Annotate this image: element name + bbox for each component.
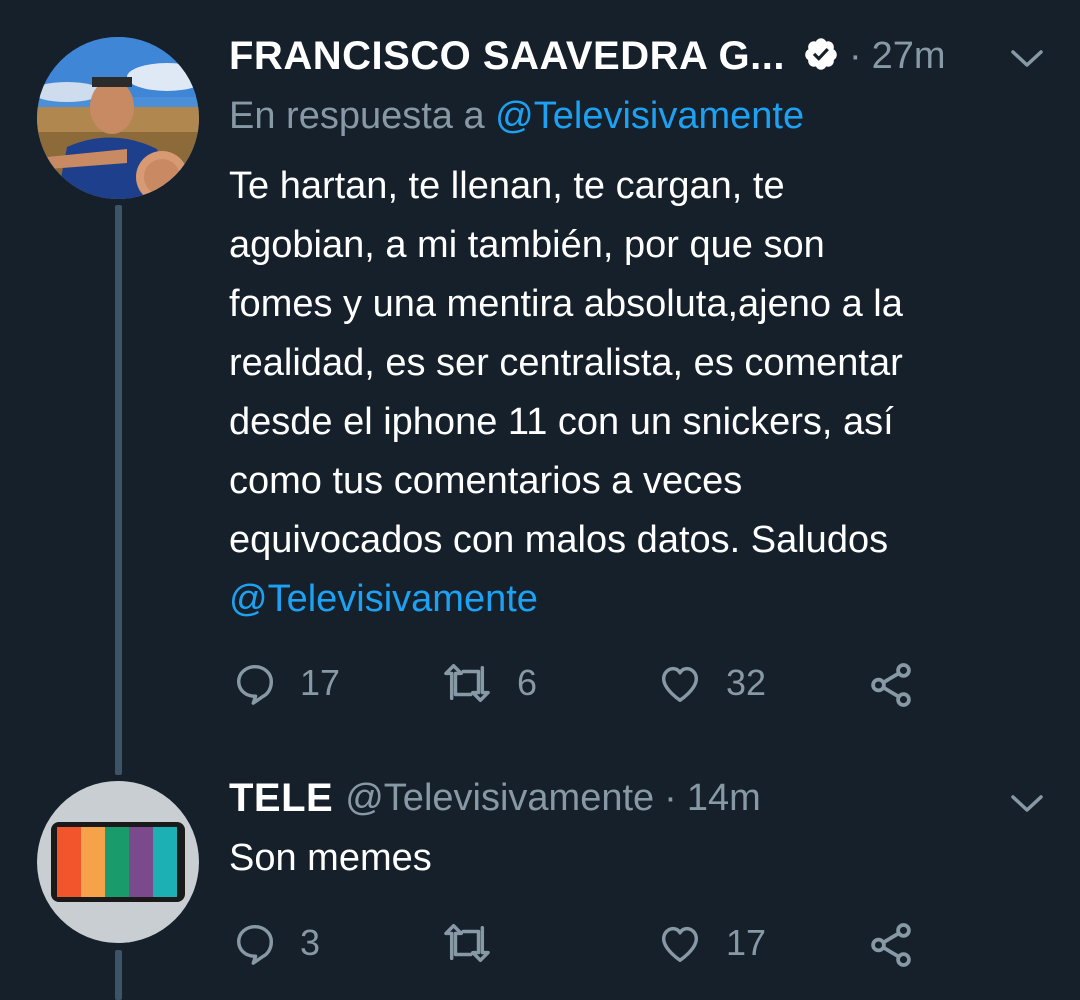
avatar[interactable] — [37, 37, 199, 199]
tweet-text: Son memes — [229, 829, 1049, 888]
tweet-header: TELE @Televisivamente · 14m — [229, 776, 761, 821]
retweet-button[interactable] — [439, 920, 517, 966]
retweet-icon — [439, 660, 495, 706]
like-count: 17 — [726, 922, 767, 963]
retweet-count: 6 — [517, 662, 538, 703]
like-count: 32 — [726, 662, 767, 703]
verified-icon — [785, 36, 839, 77]
tv-logo — [51, 822, 185, 902]
share-icon — [866, 920, 916, 970]
reply-icon — [232, 920, 278, 966]
like-icon — [656, 920, 704, 966]
tweet-actions: 17 6 32 — [232, 660, 932, 710]
reply-button[interactable]: 17 — [232, 660, 340, 706]
avatar[interactable] — [37, 781, 199, 943]
thread-line — [115, 205, 122, 775]
share-icon — [866, 660, 916, 710]
share-button[interactable] — [866, 660, 916, 710]
mention-link[interactable]: @Televisivamente — [229, 578, 538, 620]
retweet-button[interactable]: 6 — [439, 660, 537, 706]
share-button[interactable] — [866, 920, 916, 970]
avatar-photo — [37, 37, 199, 199]
reply-icon — [232, 660, 278, 706]
like-button[interactable]: 32 — [656, 660, 766, 706]
retweet-icon — [439, 920, 495, 966]
like-icon — [656, 660, 704, 706]
reply-handle-link[interactable]: @Televisivamente — [495, 95, 804, 137]
separator-dot: · — [848, 35, 862, 77]
reply-button[interactable]: 3 — [232, 920, 320, 966]
timestamp: 27m — [871, 35, 946, 77]
reply-count: 3 — [300, 922, 321, 963]
user-name[interactable]: TELE — [229, 776, 333, 821]
tweet-text-content: Te hartan, te llenan, te cargan, te agob… — [229, 165, 903, 561]
reply-prefix: En respuesta a — [229, 95, 485, 137]
separator-dot: · — [664, 777, 677, 819]
reply-count: 17 — [300, 662, 341, 703]
tweet-text: Te hartan, te llenan, te cargan, te agob… — [229, 157, 1049, 629]
chevron-down-icon[interactable] — [1010, 48, 1044, 75]
tweet-text-content: Son memes — [229, 837, 432, 879]
chevron-down-icon[interactable] — [1010, 793, 1044, 820]
like-button[interactable]: 17 — [656, 920, 766, 966]
timestamp: 14m — [686, 777, 761, 819]
user-handle[interactable]: @Televisivamente — [345, 777, 654, 820]
user-name[interactable]: FRANCISCO SAAVEDRA G... — [229, 34, 785, 79]
tweet-actions: 3 17 — [232, 920, 932, 970]
tweet-header: FRANCISCO SAAVEDRA G... · 27m — [229, 34, 946, 79]
reply-context: En respuesta a @Televisivamente — [229, 95, 804, 138]
